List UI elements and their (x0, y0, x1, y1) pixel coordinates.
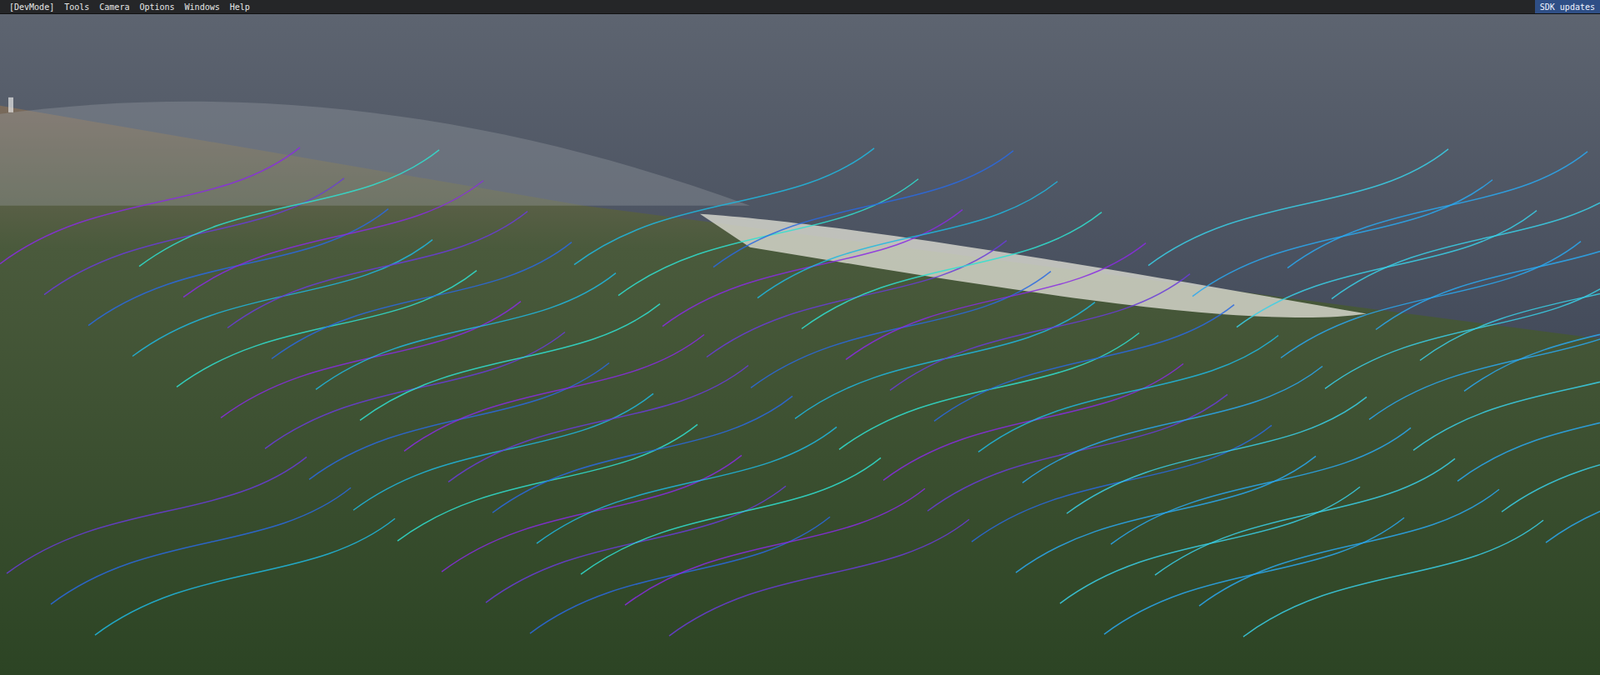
menu-items: [DevMode]ToolsCameraOptionsWindowsHelp (0, 1, 255, 13)
menu-item[interactable]: Windows (180, 1, 225, 13)
menu-item[interactable]: [DevMode] (5, 1, 59, 13)
sdk-updates-button[interactable]: SDK updates (1535, 0, 1600, 14)
menu-item[interactable]: Camera (95, 1, 134, 13)
menu-item[interactable]: Options (135, 1, 179, 13)
menu-item[interactable]: Tools (60, 1, 94, 13)
scene-viewport[interactable] (0, 14, 1600, 675)
menu-item[interactable]: Help (225, 1, 255, 13)
scene-render (0, 14, 1600, 675)
menu-bar: [DevMode]ToolsCameraOptionsWindowsHelp SD… (0, 0, 1600, 15)
